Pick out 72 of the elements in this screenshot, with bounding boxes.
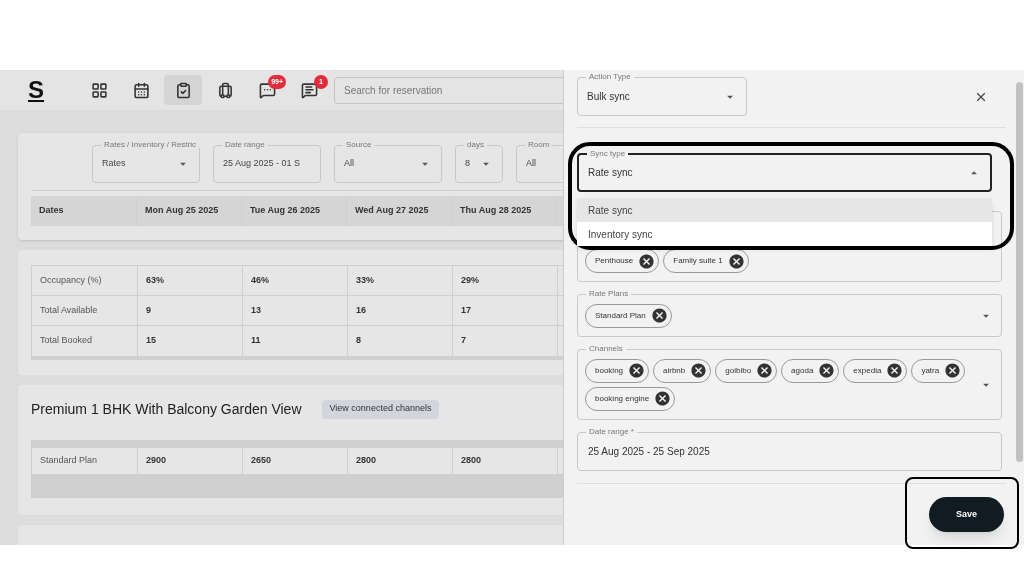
table-cell: Total Booked	[32, 326, 138, 356]
column-header: Dates	[31, 196, 137, 226]
field-value: Bulk sync	[587, 90, 631, 104]
chip-label: airbnb	[663, 364, 686, 377]
table-cell: 13	[243, 296, 348, 325]
clipboard-check-icon	[174, 81, 192, 99]
table-cell: 2800	[348, 448, 453, 474]
table-cell: 33%	[348, 266, 453, 295]
table-cell: Total Available	[32, 296, 138, 325]
field-value: 8	[465, 157, 471, 171]
view-channels-button[interactable]: View connected channels	[321, 399, 440, 419]
field-label: Date range *	[586, 426, 637, 438]
column-header: Tue Aug 26 2025	[242, 196, 347, 226]
table-cell: 8	[348, 326, 453, 356]
chip-label: booking engine	[595, 392, 650, 405]
menu-item[interactable]: Rate sync	[577, 198, 992, 222]
field-value: Rates	[102, 157, 127, 171]
field-label: Date range	[222, 139, 268, 151]
field-label: Rates / Inventory / Restric	[101, 139, 200, 151]
field-value: 25 Aug 2025 - 25 Sep 2025	[588, 445, 710, 459]
chip-label: goibibo	[725, 364, 752, 377]
chip-label: Standard Plan	[595, 309, 646, 322]
save-button[interactable]: Save	[929, 497, 1004, 532]
column-header: Mon Aug 25 2025	[137, 196, 242, 226]
table-cell: 7	[453, 326, 558, 356]
table-cell: 46%	[243, 266, 348, 295]
column-header: Thu Aug 28 2025	[452, 196, 557, 226]
close-icon[interactable]	[974, 90, 988, 104]
remove-icon[interactable]	[944, 362, 962, 379]
chip-label: agoda	[791, 364, 814, 377]
grid-icon	[90, 81, 108, 99]
chip-label: Family suite 1	[673, 255, 723, 267]
nav-button[interactable]	[164, 75, 202, 105]
table-cell: 15	[138, 326, 243, 356]
chip-label: yatra	[921, 364, 940, 377]
room-title: Premium 1 BHK With Balcony Garden View	[31, 399, 302, 419]
table-cell: 2800	[453, 448, 558, 474]
logo[interactable]: S	[28, 72, 78, 108]
field-label: Action Type	[586, 71, 634, 83]
field-value: Rate sync	[588, 166, 634, 180]
table-cell: 11	[243, 326, 348, 356]
chip-label: expedia	[853, 364, 882, 377]
table-cell: 2650	[243, 448, 348, 474]
field-label: days	[464, 139, 487, 151]
remove-icon[interactable]	[650, 307, 668, 324]
table-cell: 29%	[453, 266, 558, 295]
search-field[interactable]: Search for reservation	[334, 76, 563, 104]
field-label: Sync type	[587, 148, 629, 160]
field-value: 25 Aug 2025 - 01 S	[223, 157, 302, 171]
table-cell: 9	[138, 296, 243, 325]
remove-icon[interactable]	[756, 362, 774, 379]
remove-icon[interactable]	[628, 362, 646, 379]
table-cell: Occupancy (%)	[32, 266, 138, 295]
chip-label: booking	[595, 364, 624, 377]
table-cell: 63%	[138, 266, 243, 295]
menu-item[interactable]: Inventory sync	[577, 222, 992, 246]
chat-text-icon	[300, 81, 318, 99]
remove-icon[interactable]	[638, 252, 656, 270]
remove-icon[interactable]	[654, 390, 672, 407]
calendar-icon	[132, 81, 150, 99]
table-cell: 2900	[138, 448, 243, 474]
table-cell: 16	[348, 296, 453, 325]
remove-icon[interactable]	[886, 362, 904, 379]
field-value: All	[344, 157, 355, 171]
chip-label: Penthouse	[595, 255, 634, 267]
table-cell: 17	[453, 296, 558, 325]
column-header: Wed Aug 27 2025	[347, 196, 452, 226]
remove-icon[interactable]	[690, 362, 708, 379]
remove-icon[interactable]	[727, 252, 745, 270]
remove-icon[interactable]	[818, 362, 836, 379]
table-cell: Standard Plan	[32, 448, 138, 474]
field-value: All	[526, 157, 537, 171]
